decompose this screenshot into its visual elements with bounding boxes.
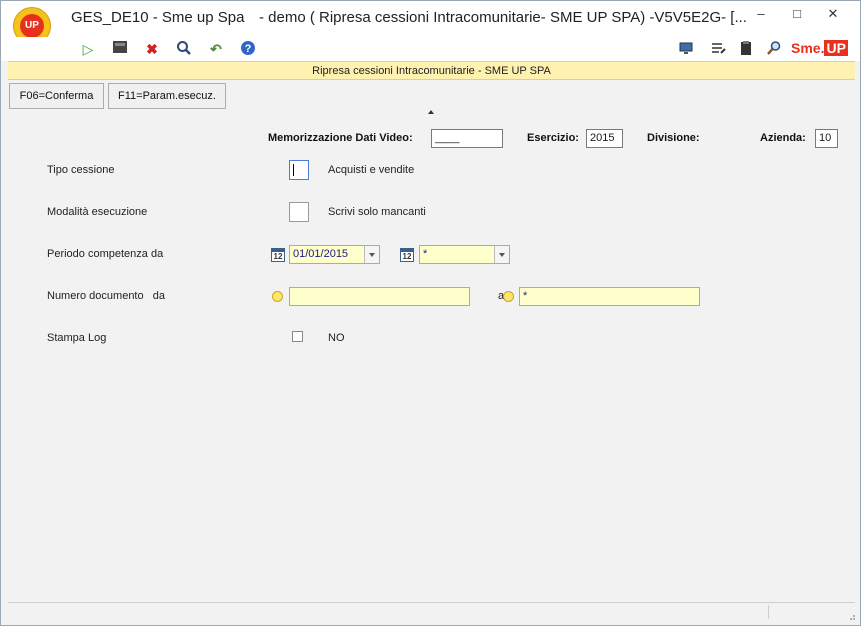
close-window-icon[interactable]: ✕ <box>821 5 845 23</box>
calendar-icon[interactable]: 12 <box>271 248 285 262</box>
f06-confirm-button[interactable]: F06=Conferma <box>9 83 104 109</box>
status-bar <box>8 602 855 620</box>
azienda-label: Azienda: <box>760 132 806 144</box>
title-bar: UP GES_DE10 - Sme up Spa - demo ( Ripres… <box>1 1 860 45</box>
undo-icon[interactable]: ↶ <box>207 40 225 58</box>
window-title-rest: - demo ( Ripresa cessioni Intracomunitar… <box>259 9 747 26</box>
page-title: Ripresa cessioni Intracomunitarie - SME … <box>8 61 855 80</box>
tipo-cessione-description: Acquisti e vendite <box>328 164 415 176</box>
divisione-label: Divisione: <box>647 132 700 144</box>
smeup-brand-text: Sme. <box>791 40 825 56</box>
stampa-log-label: Stampa Log <box>47 332 107 344</box>
application-window: UP GES_DE10 - Sme up Spa - demo ( Ripres… <box>0 0 861 626</box>
f11-params-button[interactable]: F11=Param.esecuz. <box>108 83 226 109</box>
status-separator <box>768 605 769 619</box>
text-cursor <box>293 164 294 176</box>
stampa-log-checkbox[interactable] <box>292 331 303 342</box>
smeup-brand-badge: UP <box>824 40 848 56</box>
tipo-cessione-input[interactable] <box>289 160 309 180</box>
monitor-icon[interactable] <box>677 40 695 58</box>
app-logo-text: UP <box>20 14 44 38</box>
smeup-brand: Sme. UP <box>791 40 848 56</box>
modalita-esecuzione-input[interactable] <box>289 202 309 222</box>
periodo-from-value: 01/01/2015 <box>293 248 349 260</box>
play-icon[interactable]: ▷ <box>79 40 97 58</box>
modalita-esecuzione-label: Modalità esecuzione <box>47 206 148 218</box>
periodo-to-dropdown[interactable]: * <box>419 245 510 264</box>
numero-documento-to-field[interactable]: * <box>519 287 700 306</box>
esercizio-field[interactable]: 2015 <box>586 129 623 148</box>
magnifier-icon[interactable] <box>765 40 783 58</box>
modalita-esecuzione-description: Scrivi solo mancanti <box>328 206 426 218</box>
periodo-to-value: * <box>423 248 428 260</box>
chevron-down-icon[interactable] <box>364 246 379 263</box>
lookup-icon[interactable] <box>503 291 514 302</box>
periodo-from-dropdown[interactable]: 01/01/2015 <box>289 245 380 264</box>
delete-icon[interactable]: ✖ <box>143 40 161 58</box>
search-icon[interactable] <box>175 40 193 58</box>
periodo-competenza-label: Periodo competenza da <box>47 248 164 260</box>
toolbar: ▷ ✖ ↶ ? Sme. UP <box>1 37 860 61</box>
help-icon[interactable]: ? <box>239 40 257 58</box>
chevron-down-icon[interactable] <box>494 246 509 263</box>
collapse-caret-icon[interactable] <box>428 110 434 114</box>
calendar-icon[interactable]: 12 <box>400 248 414 262</box>
azienda-field[interactable]: 10 <box>815 129 838 148</box>
documents-icon[interactable] <box>737 40 755 58</box>
svg-text:?: ? <box>245 43 252 55</box>
esercizio-label: Esercizio: <box>527 132 579 144</box>
maximize-icon[interactable]: □ <box>785 5 809 23</box>
numero-documento-label: Numero documento da <box>47 290 166 302</box>
terminal-icon[interactable] <box>111 40 129 58</box>
stampa-log-value: NO <box>328 332 345 344</box>
resize-grip-icon[interactable] <box>846 611 856 621</box>
memorizzazione-label: Memorizzazione Dati Video: <box>268 132 413 144</box>
edit-list-icon[interactable] <box>709 40 727 58</box>
lookup-icon[interactable] <box>272 291 283 302</box>
tipo-cessione-label: Tipo cessione <box>47 164 115 176</box>
numero-documento-from-field[interactable] <box>289 287 470 306</box>
minimize-icon[interactable]: – <box>749 5 773 23</box>
window-title-app: GES_DE10 - Sme up Spa <box>71 9 245 26</box>
calendar-icon-text: 12 <box>273 252 283 261</box>
calendar-icon-text: 12 <box>402 252 412 261</box>
memorizzazione-field[interactable]: ____ <box>431 129 503 148</box>
